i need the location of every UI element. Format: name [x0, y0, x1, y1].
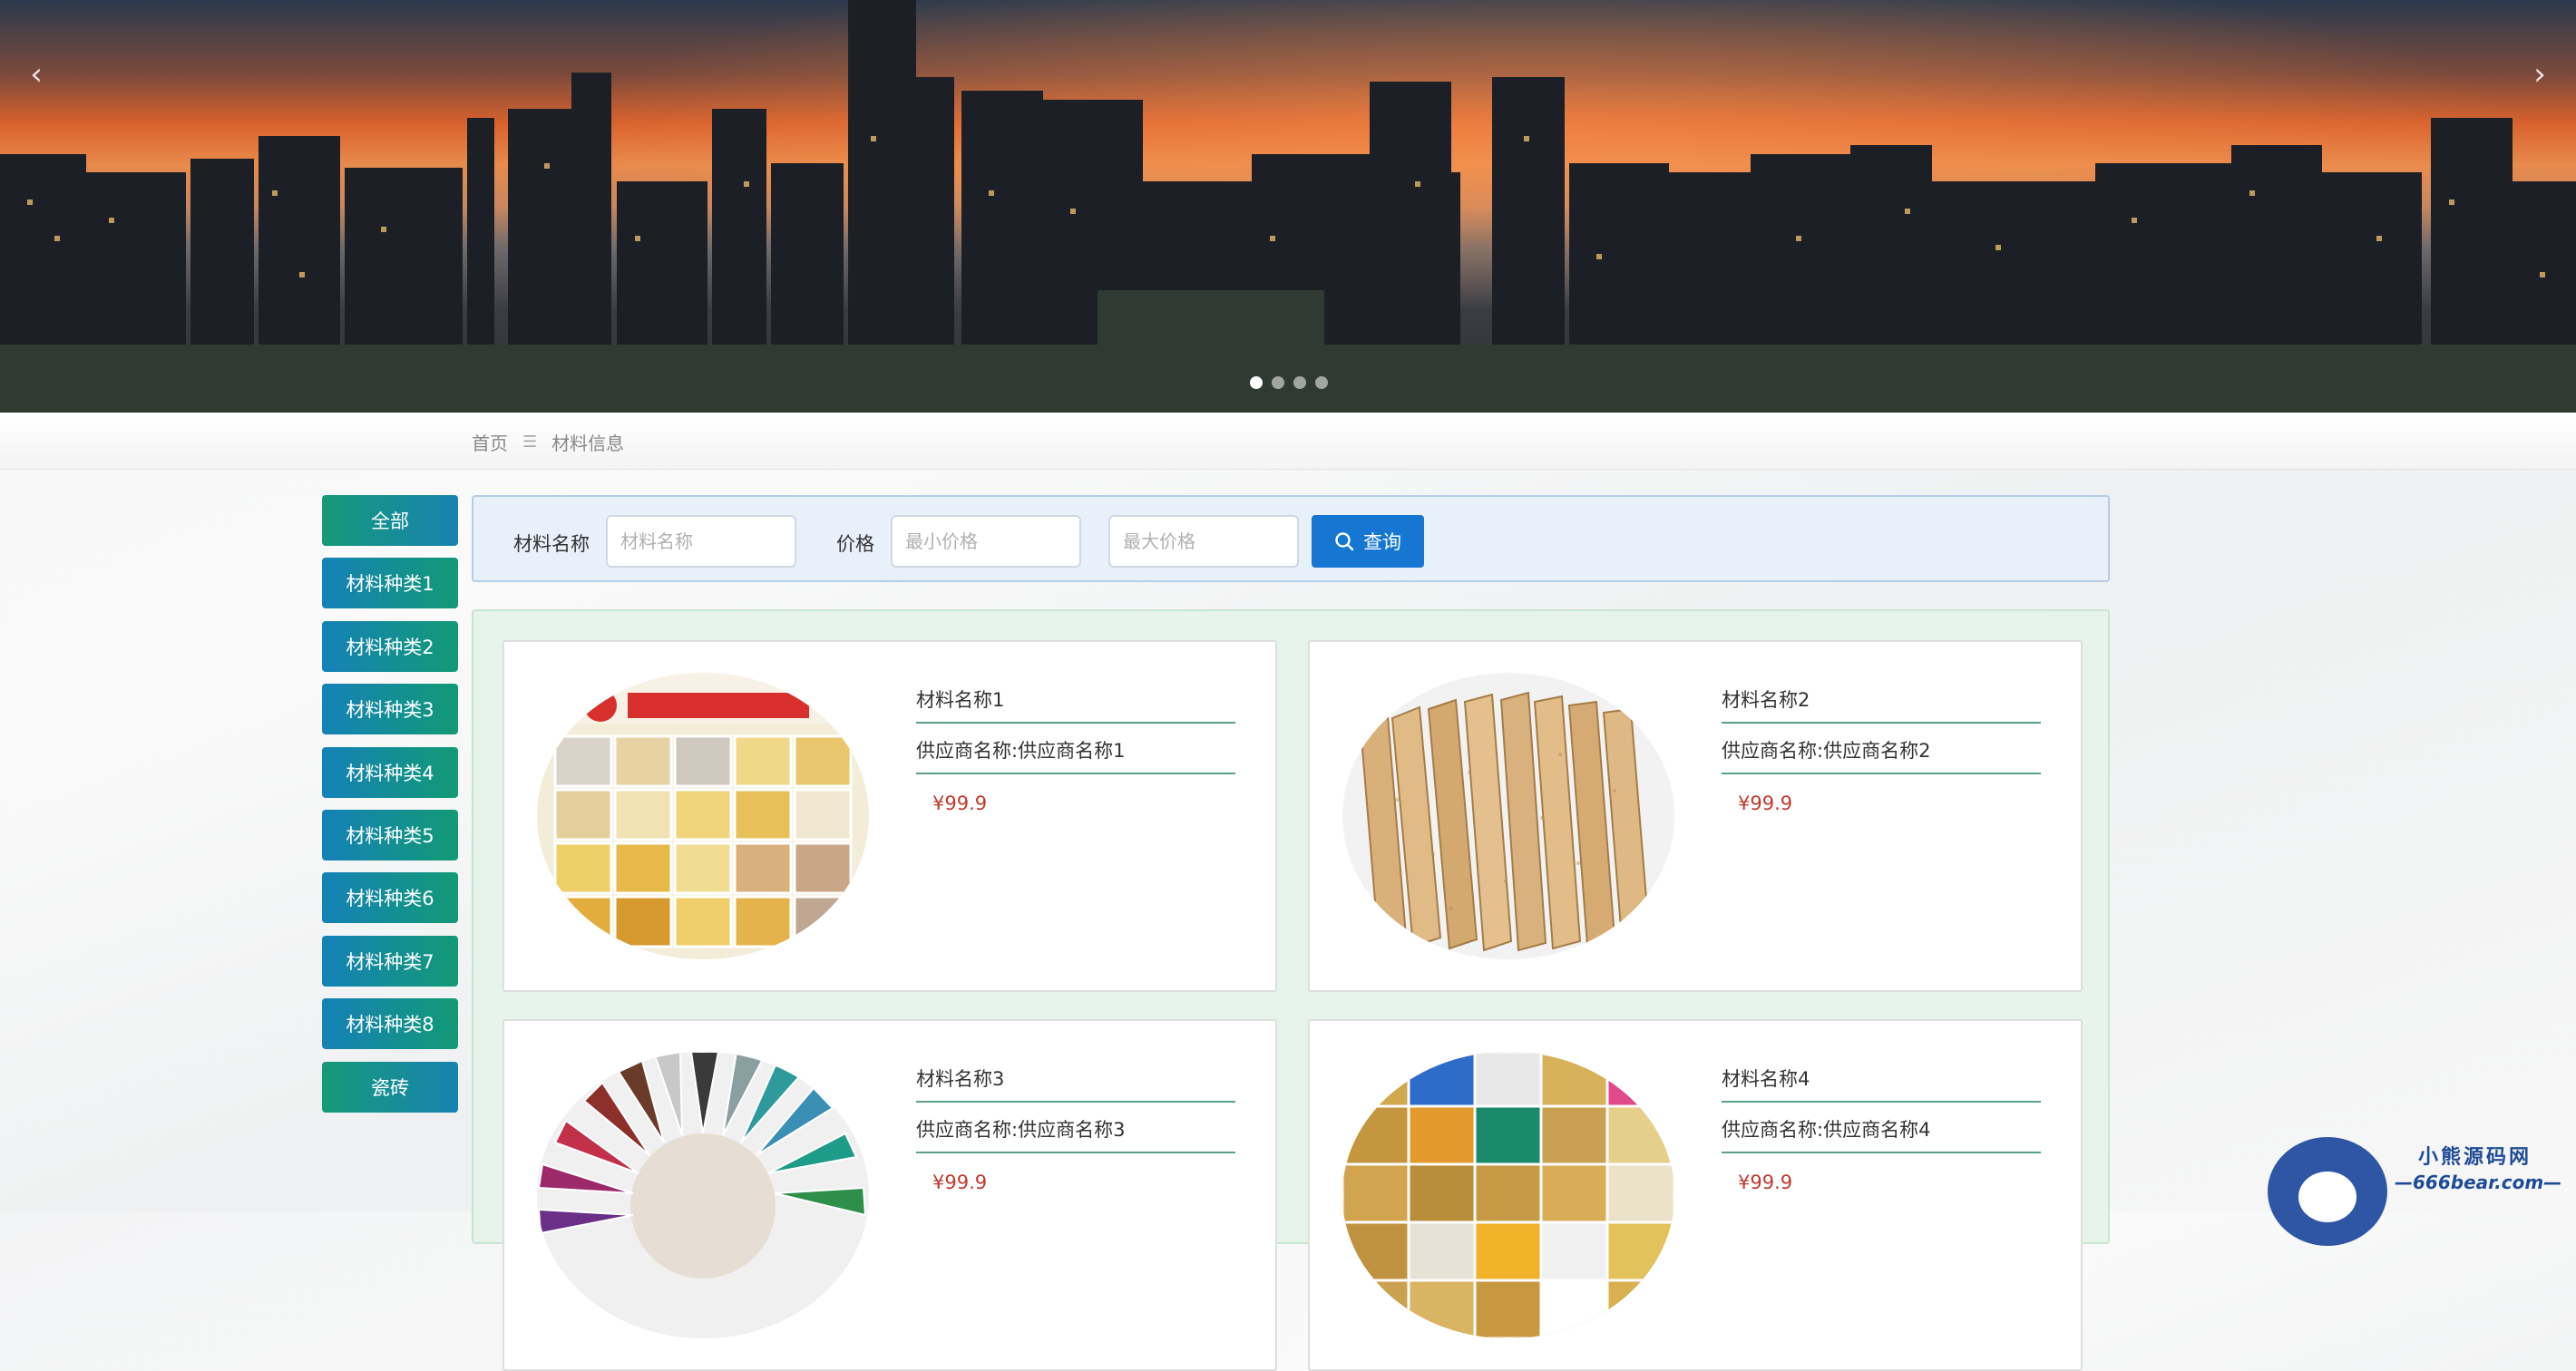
material-supplier: 供应商名称:供应商名称1 [916, 724, 1235, 774]
category-button[interactable]: 材料种类7 [322, 935, 458, 987]
carousel-next-icon[interactable]: › [2522, 56, 2558, 92]
material-price: ¥99.9 [932, 792, 988, 814]
search-icon [1335, 532, 1354, 551]
material-image-boards[interactable] [1342, 673, 1674, 959]
material-image-wall-panels[interactable] [1342, 1052, 1674, 1338]
city-skyline-image [0, 0, 2576, 413]
material-name[interactable]: 材料名称3 [916, 1065, 1235, 1103]
carousel-dot[interactable] [1250, 376, 1263, 389]
name-search-input[interactable] [606, 515, 796, 568]
category-button[interactable]: 材料种类8 [322, 998, 458, 1050]
min-price-input[interactable] [891, 515, 1081, 568]
material-info: 材料名称2 供应商名称:供应商名称2 ¥99.9 [1722, 686, 2041, 814]
category-button[interactable]: 材料种类3 [322, 684, 458, 735]
material-supplier: 供应商名称:供应商名称2 [1722, 724, 2041, 774]
price-label: 价格 [836, 533, 874, 555]
category-button[interactable]: 材料种类6 [322, 872, 458, 924]
max-price-input[interactable] [1108, 515, 1299, 568]
category-button[interactable]: 材料种类4 [322, 746, 458, 798]
breadcrumb-separator-icon: ☰ [522, 433, 538, 452]
material-name[interactable]: 材料名称1 [916, 686, 1235, 724]
material-price: ¥99.9 [932, 1172, 988, 1193]
carousel-indicators [1250, 376, 1328, 389]
category-button-tile[interactable]: 瓷砖 [322, 1061, 458, 1113]
category-button[interactable]: 材料种类2 [322, 620, 458, 672]
category-sidebar: 全部 材料种类1 材料种类2 材料种类3 材料种类4 材料种类5 材料种类6 材… [322, 495, 458, 1124]
material-supplier: 供应商名称:供应商名称4 [1722, 1103, 2041, 1153]
material-info: 材料名称1 供应商名称:供应商名称1 ¥99.9 [916, 686, 1235, 814]
breadcrumb-bar: 首页 ☰ 材料信息 [0, 413, 2576, 470]
material-price: ¥99.9 [1738, 792, 1793, 814]
search-panel: 材料名称 价格 查询 [472, 495, 2110, 582]
logo-subtitle: —666bear.com— [2395, 1172, 2562, 1193]
material-name[interactable]: 材料名称2 [1722, 686, 2041, 724]
carousel-dot[interactable] [1272, 376, 1284, 389]
material-card[interactable]: 材料名称2 供应商名称:供应商名称2 ¥99.9 [1308, 640, 2083, 992]
material-list: 材料名称1 供应商名称:供应商名称1 ¥99.9 材料名称2 供应商名称:供应商… [472, 609, 2110, 1371]
name-label: 材料名称 [513, 533, 590, 555]
breadcrumb: 首页 ☰ 材料信息 [472, 429, 624, 455]
carousel-prev-icon[interactable]: ‹ [18, 56, 54, 92]
breadcrumb-current: 材料信息 [551, 433, 625, 454]
carousel-dot[interactable] [1315, 376, 1328, 389]
breadcrumb-home-link[interactable]: 首页 [472, 429, 508, 455]
category-button[interactable]: 材料种类5 [322, 809, 458, 861]
query-button[interactable]: 查询 [1312, 515, 1424, 568]
material-info: 材料名称3 供应商名称:供应商名称3 ¥99.9 [916, 1065, 1235, 1193]
carousel-dot[interactable] [1293, 376, 1306, 389]
category-button[interactable]: 材料种类1 [322, 558, 458, 609]
material-price: ¥99.9 [1738, 1172, 1793, 1193]
material-image-color-fan[interactable] [537, 1052, 869, 1338]
material-supplier: 供应商名称:供应商名称3 [916, 1103, 1235, 1153]
site-logo-watermark: 小熊源码网 —666bear.com— [2259, 1128, 2576, 1246]
banner-carousel: ‹ › [0, 0, 2576, 413]
logo-title: 小熊源码网 [2418, 1146, 2532, 1169]
category-button-all[interactable]: 全部 [322, 495, 458, 546]
bear-face [2298, 1172, 2356, 1222]
material-card[interactable]: 材料名称1 供应商名称:供应商名称1 ¥99.9 [503, 640, 1277, 992]
material-card[interactable]: 材料名称4 供应商名称:供应商名称4 ¥99.9 [1308, 1019, 2083, 1371]
query-button-label: 查询 [1363, 531, 1401, 553]
material-name[interactable]: 材料名称4 [1722, 1065, 2041, 1103]
material-image-tiles[interactable] [537, 673, 869, 959]
material-card[interactable]: 材料名称3 供应商名称:供应商名称3 ¥99.9 [503, 1019, 1277, 1371]
material-info: 材料名称4 供应商名称:供应商名称4 ¥99.9 [1722, 1065, 2041, 1193]
